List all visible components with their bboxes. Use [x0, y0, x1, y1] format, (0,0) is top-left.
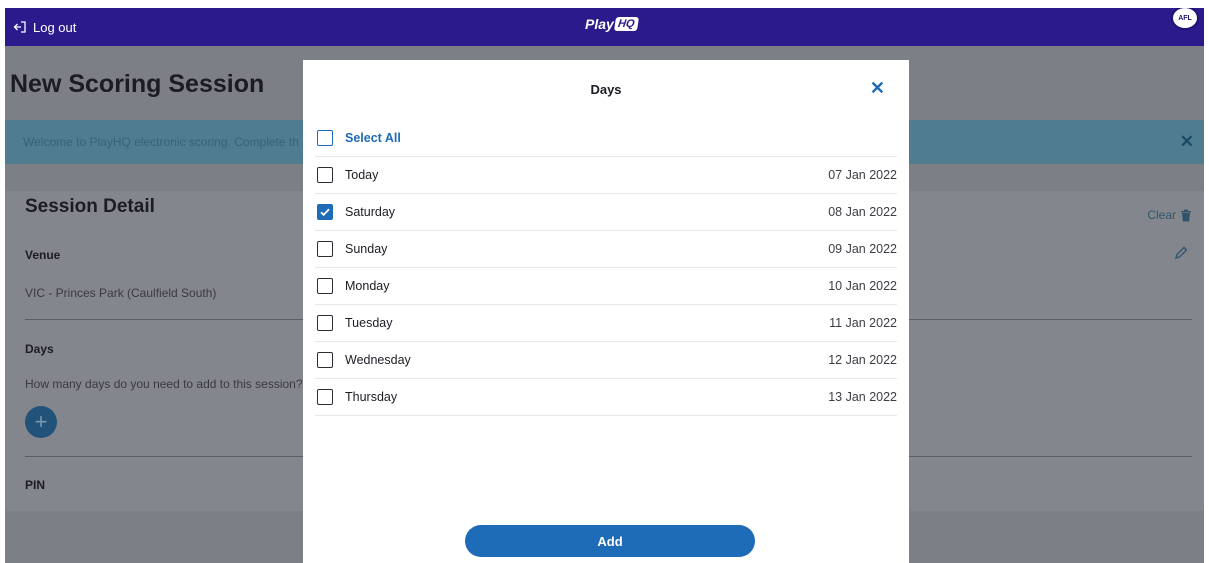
modal-title: Days [590, 82, 622, 97]
clear-button[interactable]: Clear [1147, 208, 1192, 222]
logout-icon [13, 21, 26, 33]
day-row-wednesday[interactable]: Wednesday 12 Jan 2022 [315, 342, 897, 379]
day-row-thursday[interactable]: Thursday 13 Jan 2022 [315, 379, 897, 416]
page-title: New Scoring Session [10, 70, 265, 98]
day-date: 08 Jan 2022 [828, 205, 897, 219]
day-checkbox[interactable] [317, 204, 333, 220]
close-icon[interactable]: ✕ [870, 78, 885, 99]
trash-icon [1181, 209, 1191, 221]
checkmark-icon [320, 208, 330, 217]
day-checkbox[interactable] [317, 389, 333, 405]
banner-close-icon[interactable]: ✕ [1180, 132, 1194, 152]
day-checkbox[interactable] [317, 167, 333, 183]
day-name: Saturday [345, 205, 396, 219]
select-all-label: Select All [345, 131, 401, 145]
venue-value: VIC - Princes Park (Caulfield South) [25, 286, 217, 300]
days-label: Days [25, 342, 54, 356]
add-button[interactable]: Add [465, 525, 755, 557]
brand-text: Play [585, 16, 614, 32]
day-name: Today [345, 168, 379, 182]
day-name: Thursday [345, 390, 398, 404]
day-date: 09 Jan 2022 [828, 242, 897, 256]
venue-label: Venue [25, 248, 61, 262]
afl-logo-text: AFL [1178, 14, 1192, 22]
day-name: Monday [345, 279, 390, 293]
logout-button[interactable]: Log out [13, 8, 76, 46]
day-row-today[interactable]: Today 07 Jan 2022 [315, 157, 897, 194]
day-date: 07 Jan 2022 [828, 168, 897, 182]
day-list: Select All Today 07 Jan 2022 Saturday 08… [315, 120, 897, 416]
day-name: Wednesday [345, 353, 411, 367]
app-frame: Log out Play HQ AFL New Scoring Session … [5, 8, 1204, 563]
select-all-row[interactable]: Select All [315, 120, 897, 157]
brand-badge: HQ [613, 17, 639, 31]
day-date: 11 Jan 2022 [829, 316, 897, 330]
day-date: 12 Jan 2022 [828, 353, 897, 367]
select-all-checkbox[interactable] [317, 130, 333, 146]
days-question: How many days do you need to add to this… [25, 377, 303, 391]
afl-logo: AFL [1171, 8, 1199, 30]
logout-label: Log out [33, 19, 77, 35]
day-date: 13 Jan 2022 [828, 390, 897, 404]
pin-label: PIN [25, 478, 46, 492]
day-row-sunday[interactable]: Sunday 09 Jan 2022 [315, 231, 897, 268]
top-bar: Log out Play HQ AFL [5, 8, 1204, 46]
add-day-button[interactable]: + [25, 406, 57, 438]
day-row-monday[interactable]: Monday 10 Jan 2022 [315, 268, 897, 305]
clear-label: Clear [1147, 208, 1176, 222]
day-checkbox[interactable] [317, 278, 333, 294]
session-detail-title: Session Detail [25, 196, 155, 217]
days-modal: Days ✕ Select All Today 07 Jan 2022 Satu… [303, 60, 909, 563]
day-checkbox[interactable] [317, 241, 333, 257]
day-checkbox[interactable] [317, 315, 333, 331]
day-date: 10 Jan 2022 [828, 279, 897, 293]
day-row-tuesday[interactable]: Tuesday 11 Jan 2022 [315, 305, 897, 342]
brand-logo: Play HQ [585, 16, 639, 32]
pencil-icon[interactable] [1174, 246, 1188, 260]
banner-text: Welcome to PlayHQ electronic scoring. Co… [23, 135, 299, 149]
plus-icon: + [34, 409, 48, 434]
day-name: Sunday [345, 242, 388, 256]
day-checkbox[interactable] [317, 352, 333, 368]
day-row-saturday[interactable]: Saturday 08 Jan 2022 [315, 194, 897, 231]
day-name: Tuesday [345, 316, 393, 330]
